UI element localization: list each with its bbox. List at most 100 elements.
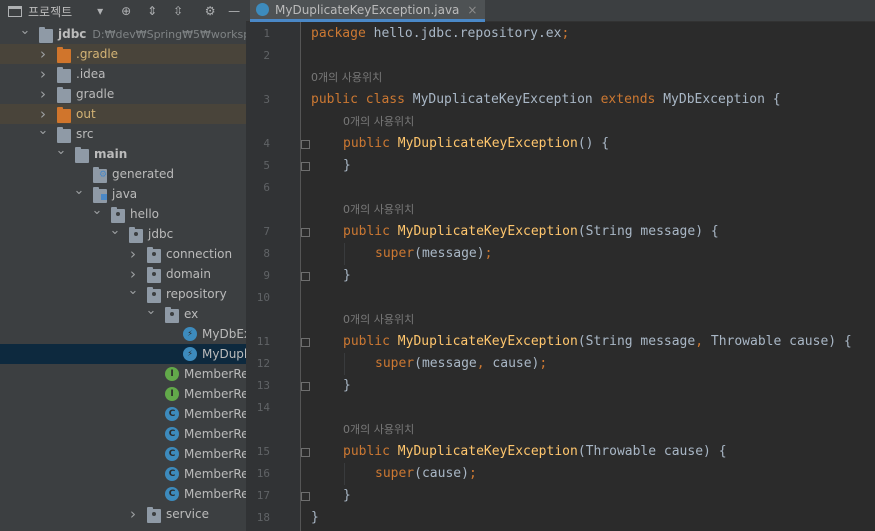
tree-item[interactable]: ⚡ MyDbException [0, 324, 246, 344]
collapse-all-icon[interactable]: ⇳ [170, 4, 186, 18]
code-line: public MyDuplicateKeyException(Throwable… [343, 441, 727, 463]
chevron-right-icon[interactable]: › [37, 44, 49, 64]
tree-item[interactable]: I MemberRepositoryEx [0, 384, 246, 404]
tree-item[interactable]: C MemberRepositoryV1 [0, 424, 246, 444]
line-number: 10 [256, 291, 270, 304]
chevron-down-icon[interactable]: ⌄ [91, 201, 103, 221]
tree-item-label: MyDbException [202, 324, 246, 344]
fold-marker-icon[interactable] [301, 272, 310, 281]
close-icon[interactable]: × [467, 3, 477, 17]
tree-item[interactable]: › gradle [0, 84, 246, 104]
usage-hint[interactable]: 0개의 사용위치 [343, 419, 414, 441]
tree-item[interactable]: C MemberRepositoryV0 [0, 404, 246, 424]
fold-marker-icon[interactable] [301, 382, 310, 391]
tree-item[interactable]: generated [0, 164, 246, 184]
folder-icon [57, 87, 71, 103]
tree-item-text: MemberRepositoryV0 [184, 407, 246, 421]
tree-item[interactable]: ⌄ repository [0, 281, 246, 304]
fold-marker-icon[interactable] [301, 228, 310, 237]
package-icon [129, 227, 143, 243]
code-token: } [343, 378, 351, 393]
tree-item[interactable]: › .idea [0, 64, 246, 84]
tree-item[interactable]: ⌄ java [0, 181, 246, 204]
tree-item[interactable]: ⚡ MyDuplicateKeyException [0, 344, 246, 364]
code-token: public [343, 444, 398, 459]
usage-hint[interactable]: 0개의 사용위치 [311, 67, 382, 89]
tree-item-label: hello [130, 204, 159, 224]
chevron-right-icon[interactable]: › [127, 244, 139, 264]
fold-marker-icon[interactable] [301, 162, 310, 171]
code-line: public MyDuplicateKeyException() { [343, 133, 609, 155]
tree-item[interactable]: ⌄ main [0, 141, 246, 164]
crosshair-icon[interactable]: ⊕ [118, 4, 134, 18]
tree-item[interactable]: C MemberRepositoryV3 [0, 464, 246, 484]
tree-item[interactable]: ⌄ src [0, 121, 246, 144]
tree-item[interactable]: ⌄ jdbc [0, 221, 246, 244]
minimize-icon[interactable]: — [226, 4, 242, 18]
tree-item-label: connection [166, 244, 232, 264]
interface-icon: I [165, 387, 179, 401]
tree-item[interactable]: ⌄ ex [0, 301, 246, 324]
gear-icon[interactable]: ⚙ [202, 4, 218, 18]
tree-item[interactable]: › domain [0, 264, 246, 284]
code-line: public MyDuplicateKeyException(String me… [343, 331, 852, 353]
line-number: 3 [263, 93, 270, 106]
code-token: } [343, 488, 351, 503]
code-token: super [375, 246, 415, 261]
fold-marker-icon[interactable] [301, 448, 310, 457]
tree-item-text: .idea [76, 67, 106, 81]
package-icon [165, 307, 179, 323]
fold-marker-icon[interactable] [301, 338, 310, 347]
tree-item-label: main [94, 144, 127, 164]
fold-marker-icon[interactable] [301, 492, 310, 501]
tree-item-text: ex [184, 307, 199, 321]
tree-item-label: generated [112, 164, 174, 184]
code-line: public MyDuplicateKeyException(String me… [343, 221, 719, 243]
tree-item[interactable]: › connection [0, 244, 246, 264]
expand-all-icon[interactable]: ⇕ [144, 4, 160, 18]
project-panel: 프로젝트 ▾ ⊕ ⇕ ⇳ ⚙ — ⌄ jdbc D:₩dev₩Spring₩5₩wo… [0, 0, 246, 531]
line-number: 1 [263, 27, 270, 40]
tree-item-text: domain [166, 267, 211, 281]
tree-item[interactable]: C MemberRepositoryV2 [0, 444, 246, 464]
code-editor[interactable]: 1 2 3 4 5 6 7 8 9 10 11 12 13 14 15 16 17 18 package hell… [246, 22, 875, 531]
code-token: super [375, 356, 415, 371]
exception-class-icon [256, 3, 269, 16]
tree-item-text: MemberRepositoryV1 [184, 427, 246, 441]
chevron-down-icon[interactable]: ⌄ [109, 221, 121, 241]
tree-item-label: repository [166, 284, 227, 304]
class-icon: C [165, 467, 179, 481]
tree-item-text: .gradle [76, 47, 119, 61]
tree-item[interactable]: ⌄ jdbc D:₩dev₩Spring₩5₩workspace₩j [0, 21, 246, 44]
editor-tab-bar: MyDuplicateKeyException.java × [246, 0, 875, 22]
code-token: } [311, 510, 319, 525]
usage-hint[interactable]: 0개의 사용위치 [343, 309, 414, 331]
tree-item[interactable]: › service [0, 504, 246, 524]
chevron-down-icon[interactable]: ▾ [92, 4, 108, 18]
line-number: 5 [263, 159, 270, 172]
tree-item[interactable]: I MemberRepository [0, 364, 246, 384]
usage-hint[interactable]: 0개의 사용위치 [343, 199, 414, 221]
code-token: public [343, 334, 398, 349]
chevron-down-icon[interactable]: ⌄ [37, 121, 49, 141]
fold-marker-icon[interactable] [301, 140, 310, 149]
tree-item-text: hello [130, 207, 159, 221]
tree-item[interactable]: › .gradle [0, 44, 246, 64]
chevron-down-icon[interactable]: ⌄ [19, 21, 31, 41]
tree-item[interactable]: C MemberRepositoryV4 [0, 484, 246, 504]
chevron-right-icon[interactable]: › [37, 64, 49, 84]
tree-item-text: generated [112, 167, 174, 181]
chevron-down-icon[interactable]: ⌄ [55, 141, 67, 161]
usage-hint[interactable]: 0개의 사용위치 [343, 111, 414, 133]
chevron-down-icon[interactable]: ⌄ [73, 181, 85, 201]
chevron-down-icon[interactable]: ⌄ [127, 281, 139, 301]
project-panel-title[interactable]: 프로젝트 [28, 3, 72, 20]
tree-item[interactable]: ⌄ hello [0, 201, 246, 224]
chevron-down-icon[interactable]: ⌄ [145, 301, 157, 321]
code-token: public [343, 136, 398, 151]
chevron-right-icon[interactable]: › [127, 504, 139, 524]
chevron-right-icon[interactable]: › [37, 84, 49, 104]
line-number: 2 [263, 49, 270, 62]
editor-tab-active[interactable]: MyDuplicateKeyException.java × [250, 0, 486, 22]
tree-item-label: MemberRepositoryV4 [184, 484, 246, 504]
